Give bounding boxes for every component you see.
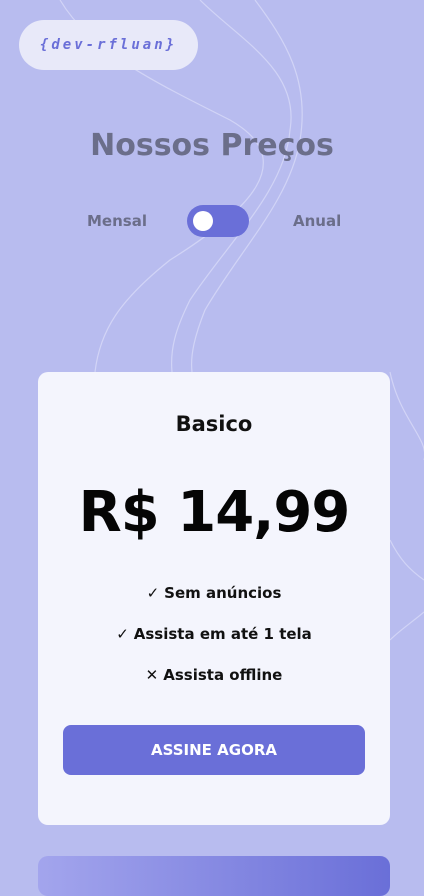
feature-list: ✓ Sem anúncios ✓ Assista em até 1 tela ✕ As… (38, 584, 390, 707)
feature-item: ✕ Assista offline (38, 666, 390, 707)
subscribe-button[interactable]: ASSINE AGORA (63, 725, 365, 775)
feature-text: Sem anúncios (164, 584, 282, 602)
billing-period-toggle: Mensal Anual (0, 204, 424, 238)
plan-price: R$ 14,99 (78, 480, 351, 545)
feature-text: Assista em até 1 tela (133, 625, 312, 643)
feature-text: Assista offline (163, 666, 283, 684)
pricing-card-next (38, 856, 390, 896)
switch-knob (193, 211, 213, 231)
monthly-label[interactable]: Mensal (87, 212, 147, 230)
billing-switch[interactable] (187, 205, 249, 237)
annual-label[interactable]: Anual (293, 212, 341, 230)
plan-name: Basico (175, 412, 253, 436)
page-title: Nossos Preços (90, 128, 334, 163)
check-icon: ✓ (116, 625, 129, 643)
feature-item: ✓ Sem anúncios (38, 584, 390, 625)
x-icon: ✕ (145, 666, 159, 684)
check-icon: ✓ (146, 584, 160, 602)
feature-item: ✓ Assista em até 1 tela (38, 625, 390, 666)
pricing-card-basico: Basico R$ 14,99 ✓ Sem anúncios ✓ Assista e… (38, 372, 390, 825)
brand-logo[interactable]: {dev-rfluan} (19, 20, 198, 70)
